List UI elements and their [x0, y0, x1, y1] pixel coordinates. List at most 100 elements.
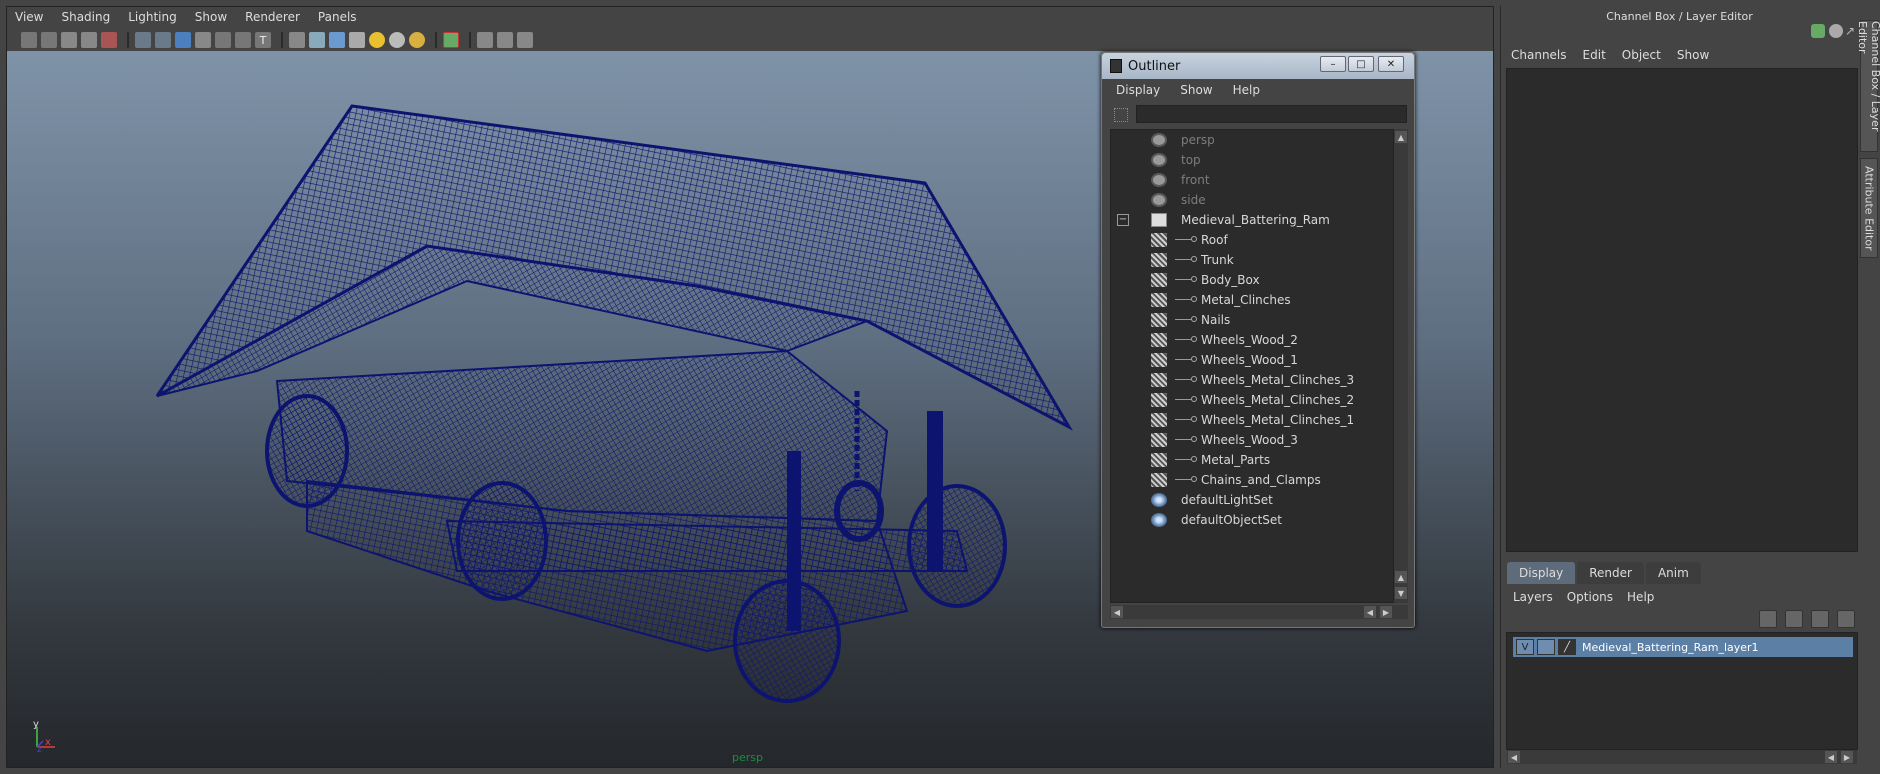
- layer-row[interactable]: V ╱ Medieval_Battering_Ram_layer1: [1513, 637, 1853, 657]
- outliner-titlebar[interactable]: Outliner – □ ✕: [1102, 53, 1414, 79]
- scroll-down-icon[interactable]: ▼: [1395, 587, 1407, 599]
- outliner-item[interactable]: Wheels_Wood_1: [1111, 350, 1393, 370]
- outliner-item[interactable]: side: [1111, 190, 1393, 210]
- menu-panels[interactable]: Panels: [318, 10, 357, 24]
- wireframe-icon[interactable]: [289, 32, 305, 48]
- skeleton-icon[interactable]: [517, 32, 533, 48]
- outliner-item[interactable]: − Medieval_Battering_Ram: [1111, 210, 1393, 230]
- wireframe-on-shaded-icon[interactable]: [329, 32, 345, 48]
- isolate-select-icon[interactable]: [443, 32, 459, 48]
- filter-icon[interactable]: [1114, 108, 1128, 122]
- outliner-item[interactable]: Wheels_Wood_3: [1111, 430, 1393, 450]
- lighting-icon[interactable]: [409, 32, 425, 48]
- outliner-item[interactable]: Metal_Clinches: [1111, 290, 1393, 310]
- menu-shading[interactable]: Shading: [61, 10, 110, 24]
- scroll-left-icon[interactable]: ◀: [1364, 606, 1376, 618]
- menu-help[interactable]: Help: [1627, 590, 1654, 604]
- safe-action-icon[interactable]: [235, 32, 251, 48]
- collapse-icon[interactable]: −: [1117, 214, 1129, 226]
- outliner-item[interactable]: front: [1111, 170, 1393, 190]
- outliner-item[interactable]: defaultLightSet: [1111, 490, 1393, 510]
- tab-display[interactable]: Display: [1507, 562, 1576, 584]
- outliner-item[interactable]: persp: [1111, 130, 1393, 150]
- tab-render[interactable]: Render: [1577, 562, 1644, 584]
- tab-channel-box-layer-editor[interactable]: Channel Box / Layer Editor: [1856, 20, 1880, 152]
- menu-channels[interactable]: Channels: [1511, 48, 1567, 62]
- outliner-window[interactable]: Outliner – □ ✕ Display Show Help persp to…: [1101, 52, 1415, 628]
- tab-anim[interactable]: Anim: [1645, 562, 1701, 584]
- smooth-shade-icon[interactable]: [309, 32, 325, 48]
- menu-show[interactable]: Show: [1677, 48, 1709, 62]
- scroll-left-icon[interactable]: ◀: [1508, 751, 1520, 763]
- outliner-item[interactable]: Trunk: [1111, 250, 1393, 270]
- outliner-item[interactable]: Wheels_Metal_Clinches_1: [1111, 410, 1393, 430]
- scroll-left-icon[interactable]: ◀: [1825, 751, 1837, 763]
- bookmark-icon[interactable]: [61, 32, 77, 48]
- camera-attributes-icon[interactable]: [41, 32, 57, 48]
- outliner-item-label: defaultLightSet: [1181, 493, 1273, 507]
- channel-box-area[interactable]: [1506, 68, 1858, 552]
- outliner-menu-help[interactable]: Help: [1233, 83, 1260, 97]
- scroll-up-icon[interactable]: ▲: [1395, 131, 1407, 143]
- menu-renderer[interactable]: Renderer: [245, 10, 300, 24]
- outliner-menu-show[interactable]: Show: [1180, 83, 1212, 97]
- minimize-button[interactable]: –: [1320, 56, 1346, 72]
- menu-layers[interactable]: Layers: [1513, 590, 1553, 604]
- shadows-icon[interactable]: [389, 32, 405, 48]
- maximize-button[interactable]: □: [1348, 56, 1374, 72]
- outliner-item[interactable]: Wheels_Wood_2: [1111, 330, 1393, 350]
- display-icon[interactable]: [1829, 24, 1843, 38]
- outliner-item[interactable]: Metal_Parts: [1111, 450, 1393, 470]
- film-gate-icon[interactable]: [155, 32, 171, 48]
- xray-icon[interactable]: [477, 32, 493, 48]
- outliner-list[interactable]: persp top front side − Medieval_Battering_Ram…: [1110, 129, 1394, 603]
- move-layer-up-icon[interactable]: [1759, 610, 1777, 628]
- outliner-item[interactable]: top: [1111, 150, 1393, 170]
- xray-joints-icon[interactable]: [497, 32, 513, 48]
- scroll-up-icon[interactable]: ▲: [1395, 571, 1407, 583]
- tree-node-icon: [1191, 256, 1197, 262]
- layer-name[interactable]: Medieval_Battering_Ram_layer1: [1582, 641, 1759, 654]
- new-layer-icon[interactable]: [1811, 610, 1829, 628]
- outliner-item[interactable]: Nails: [1111, 310, 1393, 330]
- outliner-item[interactable]: defaultObjectSet: [1111, 510, 1393, 530]
- outliner-item[interactable]: Roof: [1111, 230, 1393, 250]
- menu-view[interactable]: View: [15, 10, 43, 24]
- layer-list[interactable]: V ╱ Medieval_Battering_Ram_layer1: [1506, 632, 1858, 750]
- grease-pencil-icon[interactable]: [101, 32, 117, 48]
- resolution-gate-icon[interactable]: [175, 32, 191, 48]
- outliner-search-input[interactable]: [1136, 105, 1407, 123]
- layer-playback-toggle[interactable]: [1537, 639, 1555, 655]
- menu-lighting[interactable]: Lighting: [128, 10, 177, 24]
- move-layer-down-icon[interactable]: [1785, 610, 1803, 628]
- transform-icon[interactable]: [1811, 24, 1825, 38]
- image-plane-icon[interactable]: [81, 32, 97, 48]
- gate-mask-icon[interactable]: [195, 32, 211, 48]
- grid-icon[interactable]: [135, 32, 151, 48]
- scroll-right-icon[interactable]: ▶: [1380, 606, 1392, 618]
- menu-object[interactable]: Object: [1622, 48, 1661, 62]
- scroll-right-icon[interactable]: ▶: [1841, 751, 1853, 763]
- field-chart-icon[interactable]: [215, 32, 231, 48]
- close-button[interactable]: ✕: [1378, 56, 1404, 72]
- tab-attribute-editor[interactable]: Attribute Editor: [1860, 158, 1878, 258]
- safe-title-icon[interactable]: T: [255, 32, 271, 48]
- textured-icon[interactable]: [349, 32, 365, 48]
- menu-edit[interactable]: Edit: [1583, 48, 1606, 62]
- outliner-menu-display[interactable]: Display: [1116, 83, 1160, 97]
- menu-options[interactable]: Options: [1567, 590, 1613, 604]
- select-camera-icon[interactable]: [21, 32, 37, 48]
- new-layer-selected-icon[interactable]: [1837, 610, 1855, 628]
- outliner-item[interactable]: Body_Box: [1111, 270, 1393, 290]
- outliner-vertical-scrollbar[interactable]: ▲ ▲ ▼: [1394, 129, 1408, 603]
- lights-icon[interactable]: [369, 32, 385, 48]
- layer-horizontal-scrollbar[interactable]: ◀ ◀ ▶: [1507, 750, 1857, 764]
- outliner-item[interactable]: Wheels_Metal_Clinches_2: [1111, 390, 1393, 410]
- outliner-item[interactable]: Wheels_Metal_Clinches_3: [1111, 370, 1393, 390]
- outliner-item[interactable]: Chains_and_Clamps: [1111, 470, 1393, 490]
- menu-show[interactable]: Show: [195, 10, 227, 24]
- layer-color-swatch[interactable]: ╱: [1558, 639, 1576, 655]
- layer-visibility-toggle[interactable]: V: [1516, 639, 1534, 655]
- scroll-left-icon[interactable]: ◀: [1111, 606, 1123, 618]
- outliner-horizontal-scrollbar[interactable]: ◀ ◀ ▶: [1110, 605, 1408, 619]
